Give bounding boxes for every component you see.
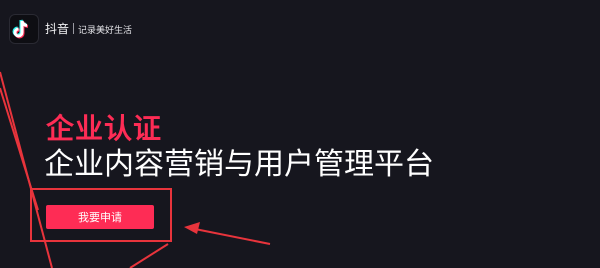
page-stage: 抖音 记录美好生活 企业认证 企业内容营销与用户管理平台 我要申请 <box>0 0 600 268</box>
annotation-line-bottom <box>129 243 169 268</box>
annotation-arrow-shaft <box>189 227 271 245</box>
annotation-line-left-inner <box>0 87 39 211</box>
annotation-overlay <box>0 71 271 268</box>
annotation-arrow-head <box>184 222 200 234</box>
